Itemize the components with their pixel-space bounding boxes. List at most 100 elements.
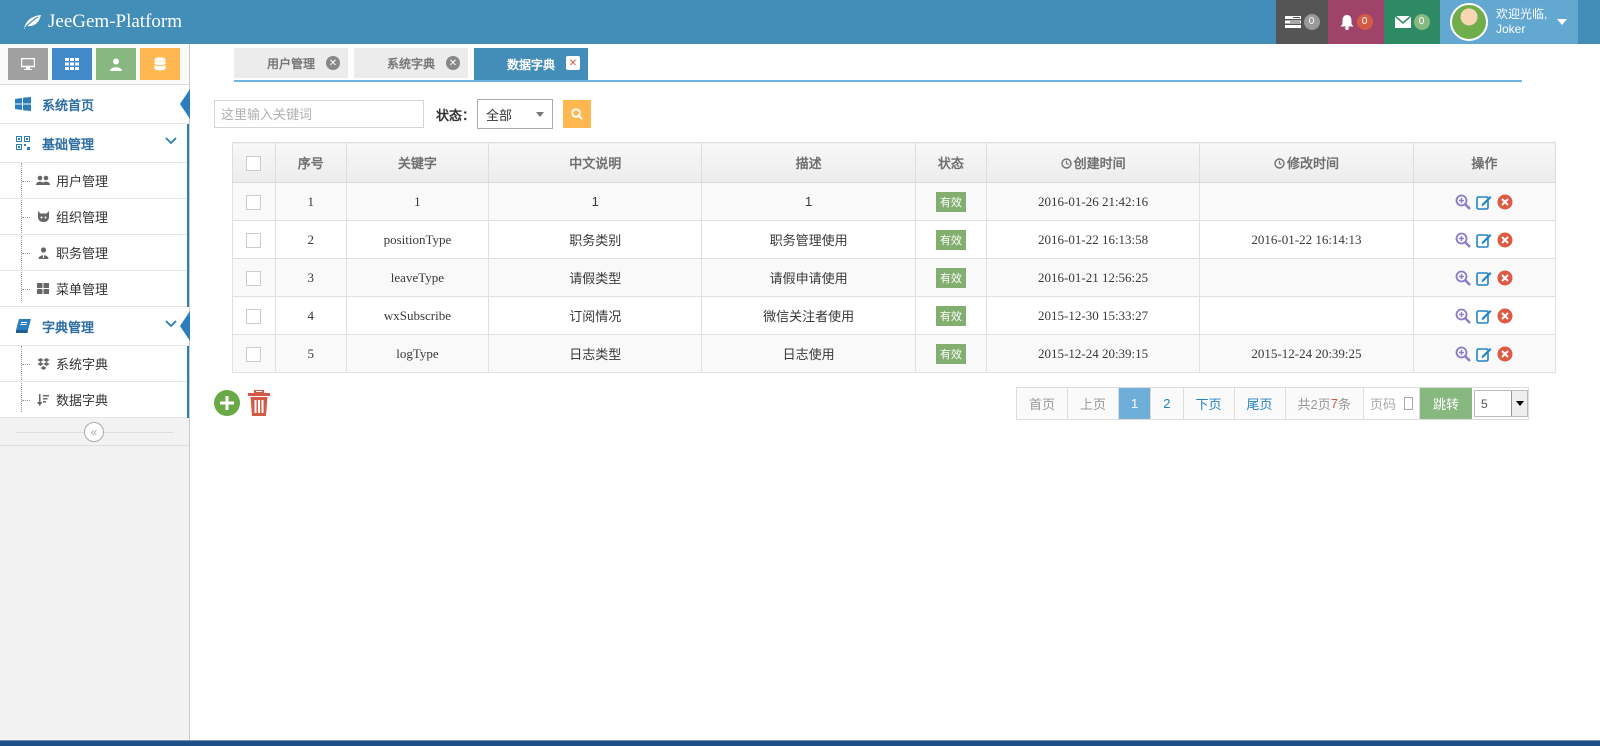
edit-icon[interactable] xyxy=(1476,346,1492,362)
sidebar-item-system-dict[interactable]: 系统字典 xyxy=(0,346,189,382)
shortcut-desktop-button[interactable] xyxy=(8,48,48,80)
prev-page-button[interactable]: 上页 xyxy=(1068,388,1120,419)
sidebar-item-users[interactable]: 用户管理 xyxy=(0,163,189,199)
close-tab-icon[interactable]: ✕ xyxy=(566,56,580,70)
view-icon[interactable] xyxy=(1455,346,1472,362)
cell-modified xyxy=(1199,296,1414,335)
table-row[interactable]: 2 positionType 职务类别 职务管理使用 有效 2016-01-22 16:1… xyxy=(232,220,1557,259)
table-row[interactable]: 3 leaveType 请假类型 请假申请使用 有效 2016-01-21 12:56:2… xyxy=(232,258,1557,297)
search-button[interactable] xyxy=(563,100,592,128)
delete-icon[interactable] xyxy=(1497,308,1513,324)
row-checkbox[interactable] xyxy=(246,270,262,286)
last-page-button[interactable]: 尾页 xyxy=(1234,388,1286,419)
view-icon[interactable] xyxy=(1455,194,1472,210)
page-1-button[interactable]: 1 xyxy=(1119,388,1152,419)
page-number-placeholder: 页码 xyxy=(1370,397,1397,412)
status-select-value: 全部 xyxy=(486,107,513,123)
next-page-button[interactable]: 下页 xyxy=(1183,388,1235,419)
tasks-button[interactable]: 0 xyxy=(1276,0,1328,44)
sidebar-item-label: 系统首页 xyxy=(42,97,95,113)
close-tab-icon[interactable]: ✕ xyxy=(326,56,340,70)
status-select[interactable]: 全部 xyxy=(477,99,554,129)
double-angle-left-icon: « xyxy=(90,425,98,439)
first-page-button[interactable]: 首页 xyxy=(1017,388,1069,419)
delete-icon[interactable] xyxy=(1497,270,1513,286)
view-icon[interactable] xyxy=(1455,270,1472,286)
delete-icon[interactable] xyxy=(1497,194,1513,210)
row-checkbox[interactable] xyxy=(246,194,262,210)
view-icon[interactable] xyxy=(1455,232,1472,248)
cell-key: leaveType xyxy=(345,258,490,297)
sidebar-item-orgs[interactable]: 组织管理 xyxy=(0,199,189,235)
edit-icon[interactable] xyxy=(1476,308,1492,324)
grid-icon xyxy=(65,58,79,70)
row-checkbox[interactable] xyxy=(246,232,262,248)
col-header-created[interactable]: 创建时间 xyxy=(985,142,1201,183)
tab-system-dict[interactable]: 系统字典 ✕ xyxy=(354,48,468,78)
table-row[interactable]: 5 logType 日志类型 日志使用 有效 2015-12-24 20:39:15 201… xyxy=(232,334,1557,373)
table-row[interactable]: 4 wxSubscribe 订阅情况 微信关注者使用 有效 2015-12-30 15:3… xyxy=(232,296,1557,335)
collapse-sidebar-button[interactable]: « xyxy=(84,422,104,442)
sidebar-item-home[interactable]: 系统首页 xyxy=(0,85,190,124)
sidebar-group-dict[interactable]: 字典管理 xyxy=(0,307,190,346)
notifications-button[interactable]: 0 xyxy=(1328,0,1384,44)
cell-actions xyxy=(1412,296,1557,335)
cell-modified: 2015-12-24 20:39:25 xyxy=(1199,334,1414,373)
edit-icon[interactable] xyxy=(1476,232,1492,248)
username: Joker xyxy=(1496,22,1526,36)
select-all-checkbox[interactable] xyxy=(246,155,262,171)
view-icon[interactable] xyxy=(1455,308,1472,324)
go-page-button[interactable]: 跳转 xyxy=(1420,388,1473,419)
delete-icon[interactable] xyxy=(1497,346,1513,362)
user-menu[interactable]: 欢迎光临, Joker xyxy=(1440,0,1578,44)
col-header[interactable]: 状态 xyxy=(914,142,987,183)
tab-data-dict[interactable]: 数据字典 ✕ xyxy=(474,48,588,80)
col-header[interactable]: 序号 xyxy=(274,142,347,183)
sidebar-submenu-basic: 用户管理 组织管理 职务管理 菜单管理 xyxy=(0,163,189,307)
col-header[interactable]: 关键字 xyxy=(345,142,490,183)
shortcut-grid-button[interactable] xyxy=(52,48,92,80)
table-body: 1 1 1 1 有效 2016-01-26 21:42:16 2 positionType 职务… xyxy=(232,182,1557,373)
row-checkbox[interactable] xyxy=(246,346,262,362)
trash-icon xyxy=(248,390,270,416)
edit-icon[interactable] xyxy=(1476,270,1492,286)
tab-user-management[interactable]: 用户管理 ✕ xyxy=(234,48,348,78)
cell-desc: 微信关注者使用 xyxy=(701,296,916,335)
tab-label: 数据字典 xyxy=(506,57,555,72)
table-header-row: 序号 关键字 中文说明 描述 状态 创建时间 修改时间 操作 xyxy=(232,142,1557,183)
col-header-label: 修改时间 xyxy=(1286,156,1339,171)
add-button[interactable] xyxy=(214,390,240,416)
row-checkbox[interactable] xyxy=(246,308,262,324)
col-header-modified[interactable]: 修改时间 xyxy=(1199,142,1414,183)
col-header[interactable]: 中文说明 xyxy=(488,142,703,183)
close-tab-icon[interactable]: ✕ xyxy=(446,56,460,70)
spinner-icon[interactable] xyxy=(1404,397,1414,410)
shortcut-buttons xyxy=(0,44,189,85)
sidebar-collapse: « xyxy=(0,418,189,446)
page-2-button[interactable]: 2 xyxy=(1151,388,1184,419)
table-row[interactable]: 1 1 1 1 有效 2016-01-26 21:42:16 xyxy=(232,182,1557,221)
sidebar-item-data-dict[interactable]: 数据字典 xyxy=(0,382,189,418)
cell-desc: 职务管理使用 xyxy=(701,220,916,259)
bell-icon xyxy=(1340,14,1354,30)
users-icon xyxy=(36,175,50,186)
col-header-label: 创建时间 xyxy=(1073,156,1126,171)
sidebar-item-label: 职务管理 xyxy=(56,246,109,261)
page-size-select[interactable]: 5 xyxy=(1474,390,1529,417)
shortcut-database-button[interactable] xyxy=(140,48,180,80)
keyword-input[interactable] xyxy=(214,100,424,128)
sidebar-item-menus[interactable]: 菜单管理 xyxy=(0,271,189,307)
sidebar-item-label: 数据字典 xyxy=(56,393,109,408)
status-badge: 有效 xyxy=(935,305,966,326)
delete-icon[interactable] xyxy=(1497,232,1513,248)
shortcut-user-button[interactable] xyxy=(96,48,136,80)
messages-button[interactable]: 0 xyxy=(1384,0,1440,44)
row-select-cell xyxy=(232,258,276,297)
page-number-input[interactable]: 页码 xyxy=(1364,388,1421,419)
col-header[interactable]: 描述 xyxy=(701,142,916,183)
sidebar-item-positions[interactable]: 职务管理 xyxy=(0,235,189,271)
brand[interactable]: JeeGem-Platform xyxy=(22,0,182,44)
sidebar-group-basic[interactable]: 基础管理 xyxy=(0,124,189,163)
edit-icon[interactable] xyxy=(1476,194,1492,210)
delete-button[interactable] xyxy=(248,390,270,416)
